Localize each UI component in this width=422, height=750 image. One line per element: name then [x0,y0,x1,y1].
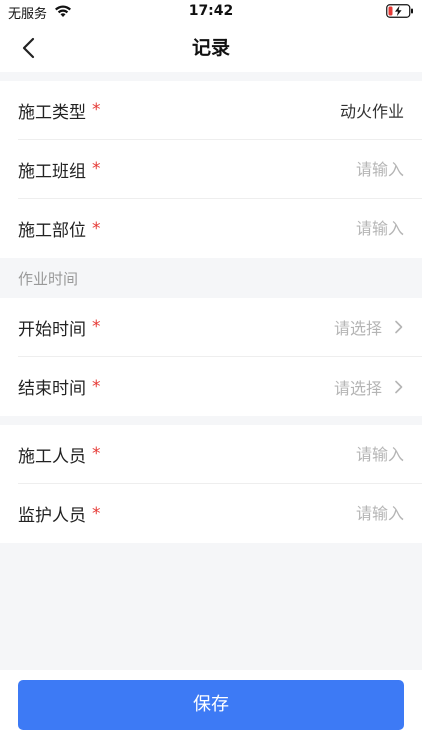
required-mark: * [92,100,101,120]
end-time-label: 结束时间 [18,379,86,399]
battery-charging-icon [386,4,413,18]
required-mark: * [92,317,101,337]
construction-team-label: 施工班组 [18,161,86,182]
required-mark: * [92,376,101,397]
construction-personnel-label: 施工人员 [18,446,86,467]
chevron-right-icon [395,380,403,393]
row-construction-personnel: 施工人员 * [18,425,422,484]
status-time: 17:42 [188,3,234,19]
row-end-time[interactable]: 结束时间 * 请选择 [18,357,422,416]
construction-location-label: 施工部位 [18,221,86,241]
work-time-group: 开始时间 * 请选择 结束时间 * 请选择 [0,298,422,416]
page-title: 记录 [191,37,230,59]
status-bar: 无服务 17:42 [0,0,422,24]
row-start-time[interactable]: 开始时间 * 请选择 [18,298,422,357]
supervisor-label: 监护人员 [18,506,86,526]
construction-location-input[interactable] [264,219,404,238]
nav-bar: 记录 [0,24,422,72]
supervisor-input[interactable] [264,504,404,523]
start-time-placeholder: 请选择 [333,319,382,338]
required-mark: * [92,444,101,464]
end-time-picker[interactable]: 请选择 [334,375,404,399]
row-construction-location: 施工部位 * [18,199,422,258]
row-construction-team: 施工班组 * [18,140,422,199]
end-time-placeholder: 请选择 [333,378,382,398]
start-time-picker[interactable]: 请选择 [334,315,404,339]
required-mark: * [92,159,101,179]
save-button[interactable]: 保存 [18,680,404,730]
work-time-section-title: 作业时间 [18,270,79,288]
required-mark: * [92,503,101,524]
personnel-group: 施工人员 * 监护人员 * [0,425,422,543]
row-construction-type[interactable]: 施工类型 * 动火作业 [18,81,422,140]
bottom-bar: 保存 [0,670,422,750]
construction-info-group: 施工类型 * 动火作业 施工班组 * 施工部位 * [0,81,422,258]
construction-team-input[interactable] [264,159,404,179]
row-supervisor: 监护人员 * [18,484,422,543]
screen: 无服务 17:42 记录 施工类型 * 动火作业 施工班组 * 请输入 施工部位… [0,0,422,750]
required-mark: * [92,218,101,239]
start-time-label: 开始时间 [18,319,86,340]
construction-type-value[interactable]: 动火作业 [340,98,404,122]
construction-type-label: 施工类型 [18,102,86,123]
chevron-right-icon [395,320,403,334]
construction-personnel-input[interactable] [264,444,404,464]
